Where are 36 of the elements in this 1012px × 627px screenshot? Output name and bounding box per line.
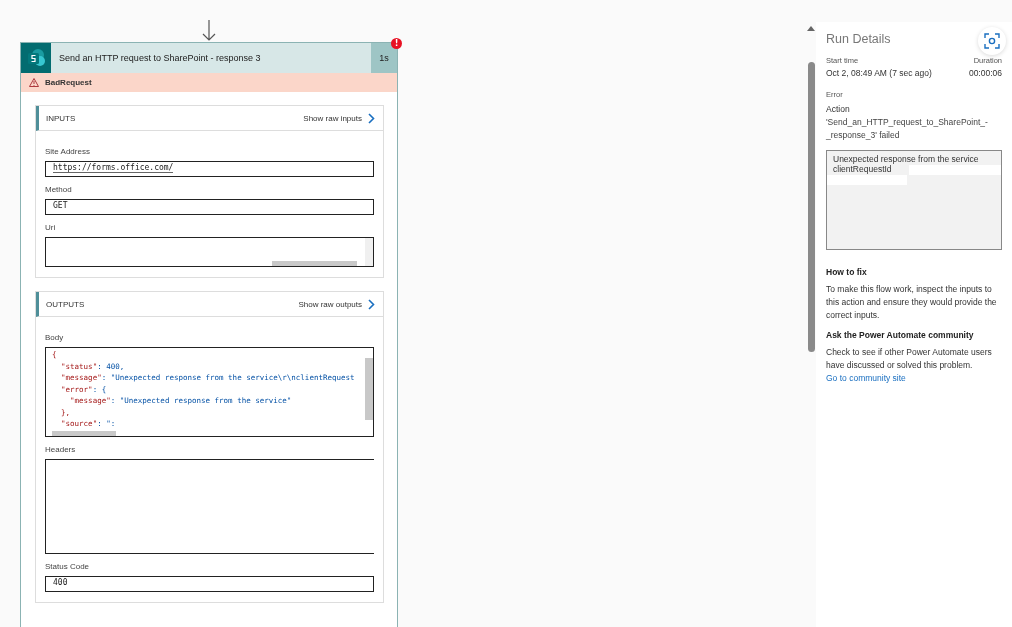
focus-icon bbox=[984, 33, 1000, 49]
warning-icon bbox=[29, 78, 39, 87]
action-title: Send an HTTP request to SharePoint - response 3 bbox=[58, 53, 262, 63]
error-status: BadRequest bbox=[45, 78, 92, 87]
error-badge: ! bbox=[391, 38, 402, 49]
field-label: Uri bbox=[45, 223, 57, 232]
section-title: OUTPUTS bbox=[46, 299, 85, 309]
headers-field[interactable] bbox=[45, 459, 374, 554]
method-field[interactable]: GET bbox=[45, 199, 374, 215]
community-text: Check to see if other Power Automate users have discussed or solved this problem. bbox=[826, 346, 993, 372]
field-label: Headers bbox=[45, 445, 77, 454]
error-title: Action bbox=[826, 103, 851, 116]
duration-label: 1s bbox=[371, 43, 397, 73]
field-label: Site Address bbox=[45, 147, 91, 156]
error-details-field[interactable]: Unexpected response from the service clientRequestId bbox=[826, 150, 1002, 250]
community-heading: Ask the Power Automate community bbox=[826, 330, 975, 340]
uri-field[interactable] bbox=[45, 237, 374, 267]
field-label: Status Code bbox=[45, 562, 91, 571]
how-to-fix-heading: How to fix bbox=[826, 267, 868, 277]
chevron-right-icon bbox=[368, 298, 375, 310]
down-arrow-icon bbox=[202, 20, 216, 42]
chevron-right-icon bbox=[368, 112, 375, 124]
site-address-field[interactable]: https://forms.office.com/ bbox=[45, 161, 374, 177]
status-code-field[interactable]: 400 bbox=[45, 576, 374, 592]
show-raw-link[interactable]: Show raw inputs bbox=[303, 112, 375, 124]
field-label: Body bbox=[45, 333, 65, 342]
duration-value: 00:00:06 bbox=[968, 67, 1002, 80]
how-to-fix-text: To make this flow work, inspect the inputs to this action and ensure they would provide the correct inputs. bbox=[826, 283, 998, 322]
focus-button[interactable] bbox=[978, 27, 1006, 55]
start-time-value: Oct 2, 08:49 AM (7 sec ago) bbox=[826, 67, 932, 80]
show-raw-link[interactable]: Show raw outputs bbox=[298, 298, 375, 310]
error-message: 'Send_an_HTTP_request_to_SharePoint_-_response_3' failed bbox=[826, 116, 989, 142]
section-title: INPUTS bbox=[46, 113, 76, 123]
community-link[interactable]: Go to community site bbox=[826, 372, 1002, 385]
field-label: Method bbox=[45, 185, 73, 194]
panel-title: Run Details bbox=[826, 32, 891, 46]
